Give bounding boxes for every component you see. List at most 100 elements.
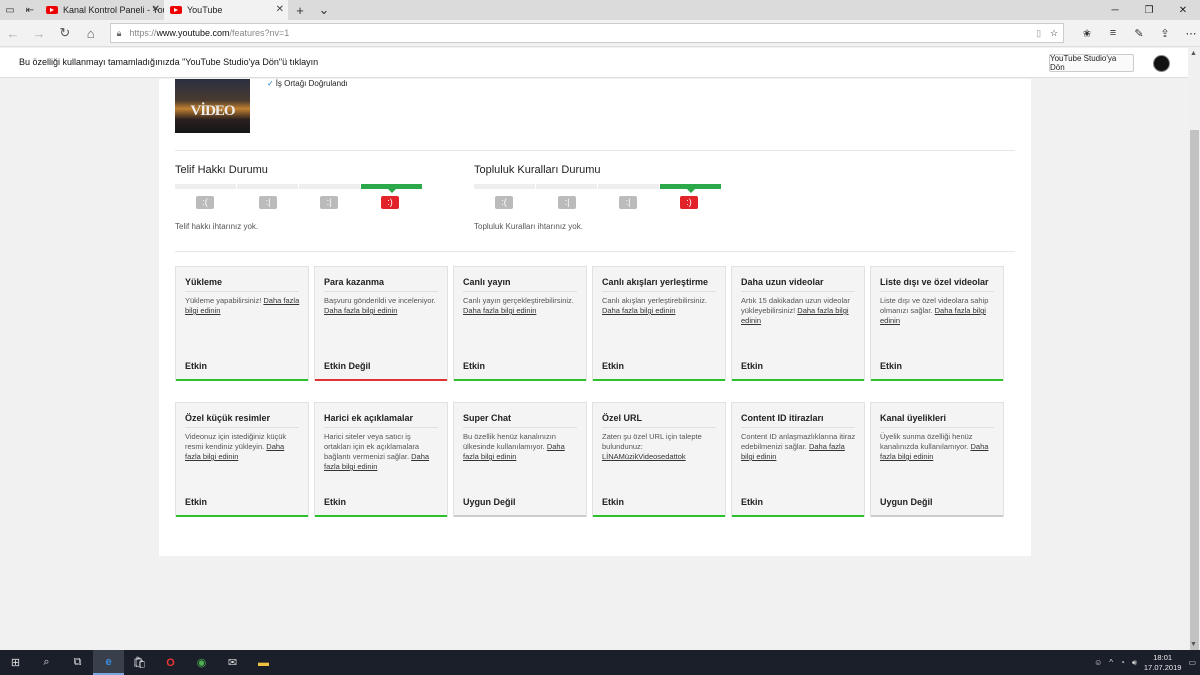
feature-card: Kanal üyelikleri Üyelik sunma özelliği he…: [870, 402, 1004, 517]
feature-title: Harici ek açıklamalar: [324, 413, 414, 423]
checkmark-icon: ✓: [267, 79, 274, 88]
channel-thumbnail: VİDEO: [175, 79, 250, 133]
network-icon[interactable]: ◔: [1120, 658, 1125, 667]
neutral-face-icon: :|: [619, 196, 637, 209]
tab-youtube[interactable]: YouTube ✕: [164, 0, 288, 20]
tab-list-chevron-icon[interactable]: ⌄: [312, 0, 336, 20]
divider: [880, 291, 994, 292]
favorite-star-icon[interactable]: ☆: [1050, 28, 1058, 39]
feature-description: Content ID anlaşmazlıklarına itiraz edeb…: [741, 432, 856, 462]
hub-icon[interactable]: ≡: [1104, 27, 1122, 40]
divider: [324, 427, 438, 428]
feature-status: Etkin: [741, 361, 764, 371]
feature-desc-text: Zaten şu özel URL için talepte bulundunu…: [602, 432, 702, 451]
feature-card: Yükleme Yükleme yapabilirsiniz! Daha fazl…: [175, 266, 309, 381]
partner-verified-label: ✓ İş Ortağı Doğrulandı: [267, 79, 348, 88]
minimize-icon[interactable]: ─: [1098, 0, 1132, 20]
meter-segment: [536, 184, 597, 189]
close-tab-icon[interactable]: ✕: [152, 4, 160, 15]
learn-more-link[interactable]: Daha fazla bilgi edinin: [324, 306, 397, 315]
clock[interactable]: 18:01 17.07.2019: [1144, 653, 1182, 673]
sad-face-icon: :(: [495, 196, 513, 209]
close-window-icon[interactable]: ✕: [1166, 0, 1200, 20]
feature-card: Para kazanma Başvuru gönderildi ve incele…: [314, 266, 448, 381]
status-bar: [732, 515, 864, 517]
feature-status: Etkin: [185, 497, 208, 507]
divider: [463, 291, 577, 292]
feature-desc-text: Harici siteler veya satıcı iş ortakları …: [324, 432, 420, 461]
feature-card: Super Chat Bu özellik henüz kanalınızın ü…: [453, 402, 587, 517]
set-aside-tabs-icon[interactable]: ⇤: [20, 0, 40, 20]
search-icon[interactable]: ⌕: [31, 650, 62, 675]
back-icon[interactable]: ←: [0, 26, 26, 41]
chrome-icon[interactable]: ◉: [186, 650, 217, 675]
url-field[interactable]: 🔒︎ https://www.youtube.com/features?nv=1…: [109, 23, 1065, 43]
feature-status: Etkin: [324, 497, 347, 507]
feature-description: Bu özellik henüz kanalınızın ülkesinde k…: [463, 432, 578, 462]
opera-icon[interactable]: O: [155, 650, 186, 675]
feature-title: Kanal üyelikleri: [880, 413, 947, 423]
avatar[interactable]: [1153, 55, 1170, 72]
status-bar: [593, 515, 725, 517]
status-bar: [176, 515, 308, 517]
status-bar: [315, 379, 447, 381]
start-windows-icon[interactable]: ⊞: [0, 650, 31, 675]
return-to-studio-button[interactable]: YouTube Studio'ya Dön: [1049, 54, 1134, 72]
volume-icon[interactable]: 🔊︎: [1132, 658, 1137, 668]
divider: [175, 150, 1015, 151]
divider: [880, 427, 994, 428]
new-tab-icon[interactable]: +: [288, 0, 312, 20]
happy-face-icon: :): [381, 196, 399, 209]
learn-more-link[interactable]: LİNAMüzikVideosedattok: [602, 452, 686, 461]
notes-icon[interactable]: ✎: [1130, 27, 1148, 40]
happy-face-icon: :): [680, 196, 698, 209]
studio-banner: Bu özelliği kullanmayı tamamladığınızda …: [0, 48, 1200, 78]
mail-icon[interactable]: ✉: [217, 650, 248, 675]
feature-title: Daha uzun videolar: [741, 277, 824, 287]
tray-chevron-icon[interactable]: ^: [1109, 658, 1113, 667]
file-explorer-icon[interactable]: ▬: [248, 650, 279, 675]
feature-desc-text: Canlı yayın gerçekleştirebilirsiniz.: [463, 296, 574, 305]
verified-text: İş Ortağı Doğrulandı: [275, 79, 348, 88]
feature-title: Para kazanma: [324, 277, 385, 287]
favorites-icon[interactable]: ✬: [1078, 27, 1096, 40]
page-scrollbar[interactable]: ▲ ▼: [1188, 48, 1200, 650]
more-icon[interactable]: ⋯: [1182, 27, 1200, 40]
feature-desc-text: Yükleme yapabilirsiniz!: [185, 296, 262, 305]
forward-icon[interactable]: →: [26, 26, 52, 41]
feature-desc-text: Canlı akışları yerleştirebilirsiniz.: [602, 296, 708, 305]
tab-kanal-kontrol[interactable]: Kanal Kontrol Paneli - YouTu ✕: [40, 0, 164, 20]
browser-tab-bar: ▭ ⇤ Kanal Kontrol Paneli - YouTu ✕ YouTu…: [0, 0, 1200, 20]
tab-preview-icon[interactable]: ▭: [0, 0, 20, 20]
learn-more-link[interactable]: Daha fazla bilgi edinin: [602, 306, 675, 315]
close-tab-icon[interactable]: ✕: [276, 4, 284, 15]
neutral-face-icon: :|: [320, 196, 338, 209]
home-icon[interactable]: ⌂: [78, 26, 104, 41]
divider: [185, 427, 299, 428]
scroll-thumb[interactable]: [1190, 130, 1199, 650]
edge-browser-icon[interactable]: e: [93, 650, 124, 675]
status-bar: [315, 515, 447, 517]
task-view-icon[interactable]: ⧉: [62, 650, 93, 675]
clock-time: 18:01: [1153, 652, 1173, 662]
community-note: Topluluk Kuralları ihtarınız yok.: [474, 222, 583, 231]
store-icon[interactable]: 🛍︎: [124, 650, 155, 675]
feature-card: Liste dışı ve özel videolar Liste dışı ve…: [870, 266, 1004, 381]
notifications-icon[interactable]: ▭: [1188, 658, 1196, 667]
feature-description: Canlı yayın gerçekleştirebilirsiniz. Dah…: [463, 296, 578, 316]
restore-icon[interactable]: ❐: [1132, 0, 1166, 20]
divider: [741, 427, 855, 428]
refresh-icon[interactable]: ↻: [52, 25, 78, 41]
feature-title: Özel URL: [602, 413, 643, 423]
meter-segment: [237, 184, 298, 189]
feature-title: Liste dışı ve özel videolar: [880, 277, 989, 287]
reading-view-icon[interactable]: ▯: [1036, 28, 1041, 39]
scroll-up-icon[interactable]: ▲: [1190, 50, 1197, 57]
share-icon[interactable]: ⇪: [1156, 27, 1174, 40]
feature-status: Uygun Değil: [463, 497, 516, 507]
people-icon[interactable]: ☺: [1094, 658, 1102, 667]
meter-segment: [474, 184, 535, 189]
feature-title: Super Chat: [463, 413, 512, 423]
scroll-down-icon[interactable]: ▼: [1190, 641, 1197, 648]
learn-more-link[interactable]: Daha fazla bilgi edinin: [463, 306, 536, 315]
